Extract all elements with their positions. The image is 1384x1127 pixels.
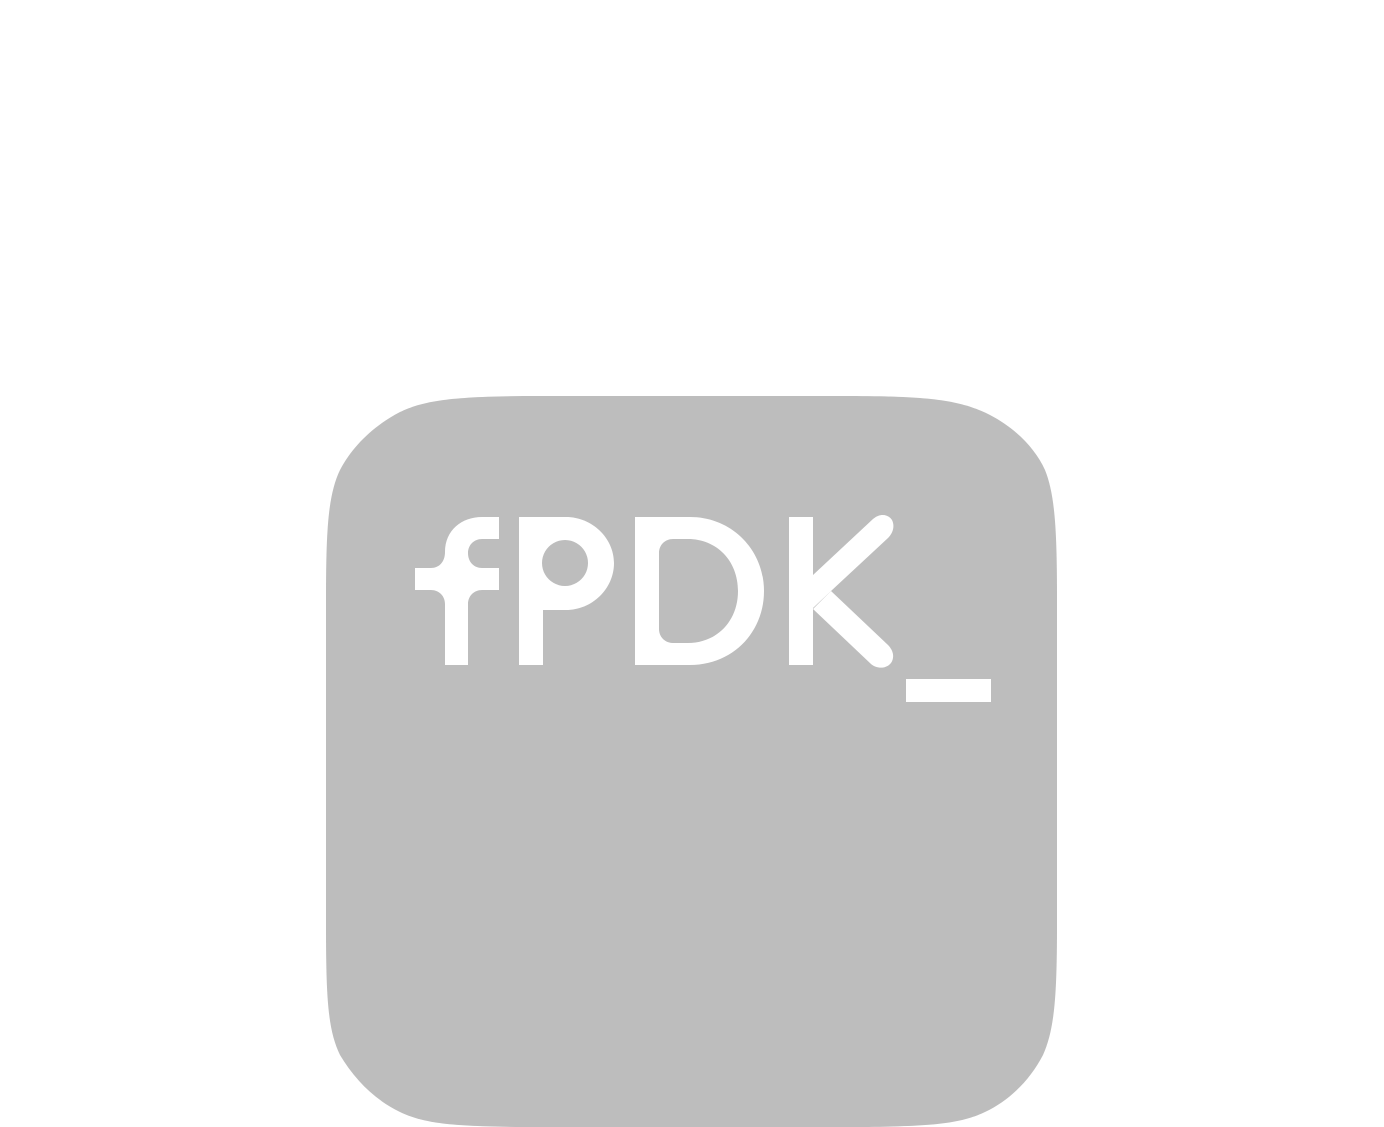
logo-underscore-cursor: [906, 679, 991, 702]
fpdk-logo: [326, 396, 1057, 1127]
logo-tile: [326, 396, 1057, 1127]
